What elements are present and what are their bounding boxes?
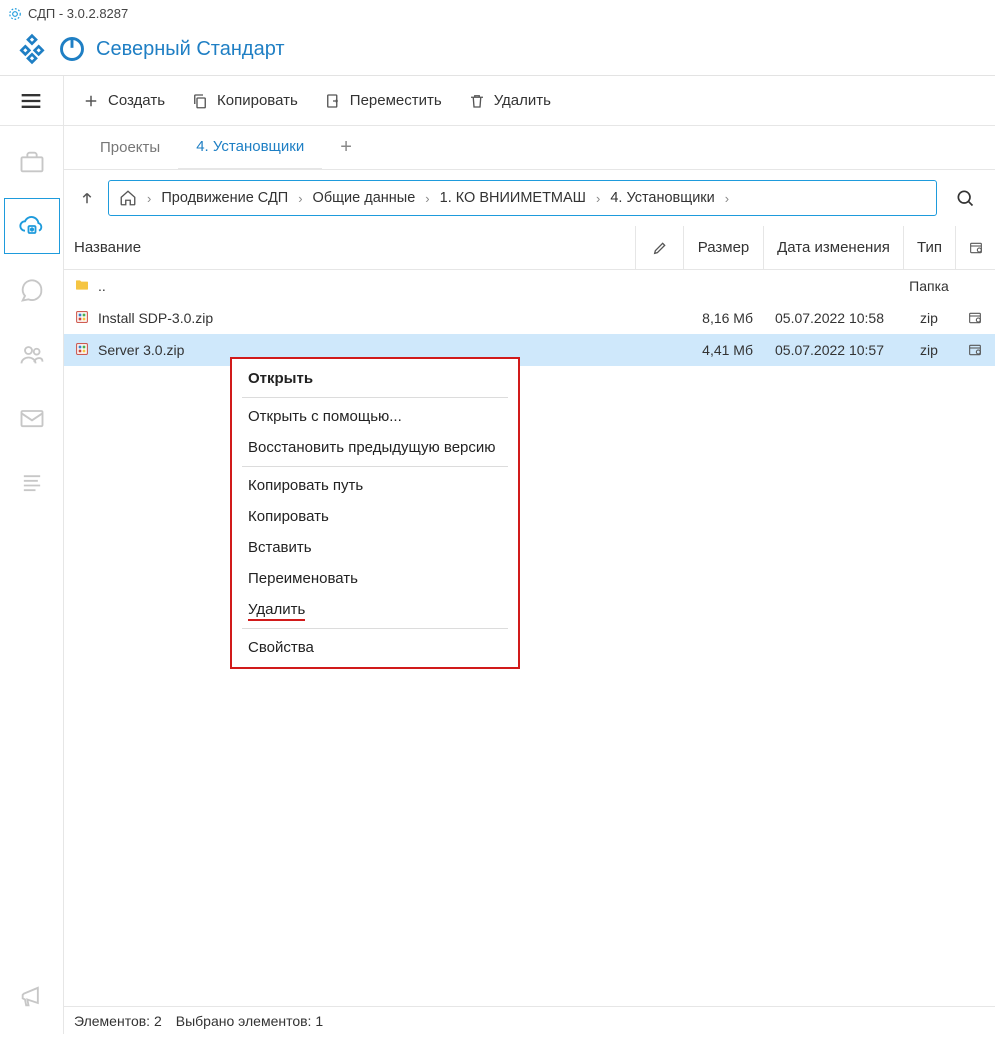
logo-icon — [16, 33, 48, 65]
row-settings-icon[interactable] — [955, 342, 995, 358]
toolbar-create[interactable]: Создать — [82, 92, 165, 110]
nav-cloud-save[interactable] — [4, 198, 60, 254]
col-size[interactable]: Размер — [683, 226, 763, 269]
sidebar — [0, 76, 64, 1034]
menu-item[interactable]: Открыть с помощью... — [232, 401, 518, 432]
tab-installers[interactable]: 4. Установщики — [178, 126, 322, 170]
table-row[interactable]: Install SDP-3.0.zip 8,16 Мб05.07.2022 10:… — [64, 302, 995, 334]
col-date[interactable]: Дата изменения — [763, 226, 903, 269]
tab-projects[interactable]: Проекты — [82, 126, 178, 170]
crumb-2[interactable]: 1. КО ВНИИМЕТМАШ — [440, 190, 586, 206]
menu-item[interactable]: Восстановить предыдущую версию — [232, 432, 518, 463]
file-date: 05.07.2022 10:58 — [763, 310, 903, 326]
breadcrumb[interactable]: › Продвижение СДП › Общие данные › 1. КО… — [108, 180, 937, 216]
crumb-1[interactable]: Общие данные — [313, 190, 416, 206]
archive-icon — [74, 309, 90, 328]
table-header: Название Размер Дата изменения Тип — [64, 226, 995, 270]
crumb-3[interactable]: 4. Установщики — [610, 190, 714, 206]
menu-item[interactable]: Переименовать — [232, 563, 518, 594]
status-selected: Выбрано элементов: 1 — [176, 1013, 323, 1029]
row-settings-icon[interactable] — [955, 310, 995, 326]
file-type: zip — [903, 342, 955, 358]
crumb-0[interactable]: Продвижение СДП — [161, 190, 288, 206]
toolbar-move[interactable]: Переместить — [324, 92, 442, 110]
home-icon[interactable] — [119, 189, 137, 207]
menu-item[interactable]: Открыть — [232, 363, 518, 394]
power-icon — [58, 35, 86, 63]
chevron-right-icon: › — [425, 191, 429, 206]
menu-separator — [242, 628, 508, 629]
file-name: Install SDP-3.0.zip — [98, 310, 213, 326]
nav-users[interactable] — [4, 326, 60, 382]
file-table: Название Размер Дата изменения Тип .. Пап… — [64, 226, 995, 1006]
nav-mail[interactable] — [4, 390, 60, 446]
nav-announce[interactable] — [4, 968, 60, 1024]
menu-item[interactable]: Свойства — [232, 632, 518, 663]
nav-list[interactable] — [4, 454, 60, 510]
toolbar-copy[interactable]: Копировать — [191, 92, 298, 110]
tab-bar: Проекты 4. Установщики + — [64, 126, 995, 170]
status-elements: Элементов: 2 — [74, 1013, 162, 1029]
app-icon — [8, 7, 22, 21]
toolbar-create-label: Создать — [108, 92, 165, 109]
toolbar-copy-label: Копировать — [217, 92, 298, 109]
chevron-right-icon: › — [596, 191, 600, 206]
col-name[interactable]: Название — [64, 239, 635, 256]
brand-header: Северный Стандарт — [0, 27, 995, 75]
col-settings-icon[interactable] — [955, 226, 995, 269]
menu-separator — [242, 466, 508, 467]
brand-name: Северный Стандарт — [96, 38, 285, 61]
menu-separator — [242, 397, 508, 398]
file-date: 05.07.2022 10:57 — [763, 342, 903, 358]
toolbar-delete-label: Удалить — [494, 92, 551, 109]
menu-item[interactable]: Копировать путь — [232, 470, 518, 501]
nav-briefcase[interactable] — [4, 134, 60, 190]
status-bar: Элементов: 2 Выбрано элементов: 1 — [64, 1006, 995, 1034]
file-size: 4,41 Мб — [683, 342, 763, 358]
table-row[interactable]: Server 3.0.zip 4,41 Мб05.07.2022 10:57zip — [64, 334, 995, 366]
toolbar-delete[interactable]: Удалить — [468, 92, 551, 110]
window-title: СДП - 3.0.2.8287 — [28, 6, 128, 21]
file-type: zip — [903, 310, 955, 326]
menu-item[interactable]: Вставить — [232, 532, 518, 563]
file-name: .. — [98, 278, 106, 294]
menu-item[interactable]: Удалить — [232, 594, 518, 625]
toolbar-move-label: Переместить — [350, 92, 442, 109]
folder-icon — [74, 277, 90, 296]
tab-add[interactable]: + — [322, 126, 370, 170]
menu-item[interactable]: Копировать — [232, 501, 518, 532]
file-size: 8,16 Мб — [683, 310, 763, 326]
chevron-right-icon: › — [725, 191, 729, 206]
title-bar: СДП - 3.0.2.8287 — [0, 0, 995, 27]
table-row[interactable]: .. Папка — [64, 270, 995, 302]
nav-up-button[interactable] — [76, 187, 98, 209]
file-type: Папка — [903, 278, 955, 294]
chevron-right-icon: › — [147, 191, 151, 206]
col-type[interactable]: Тип — [903, 226, 955, 269]
col-edit-icon[interactable] — [635, 226, 683, 269]
toolbar: Создать Копировать Переместить Удалить — [64, 76, 995, 126]
hamburger-button[interactable] — [0, 76, 64, 126]
file-name: Server 3.0.zip — [98, 342, 184, 358]
archive-icon — [74, 341, 90, 360]
chevron-right-icon: › — [298, 191, 302, 206]
nav-chat[interactable] — [4, 262, 60, 318]
search-button[interactable] — [947, 180, 983, 216]
context-menu: Открыть Открыть с помощью...Восстановить … — [230, 357, 520, 669]
